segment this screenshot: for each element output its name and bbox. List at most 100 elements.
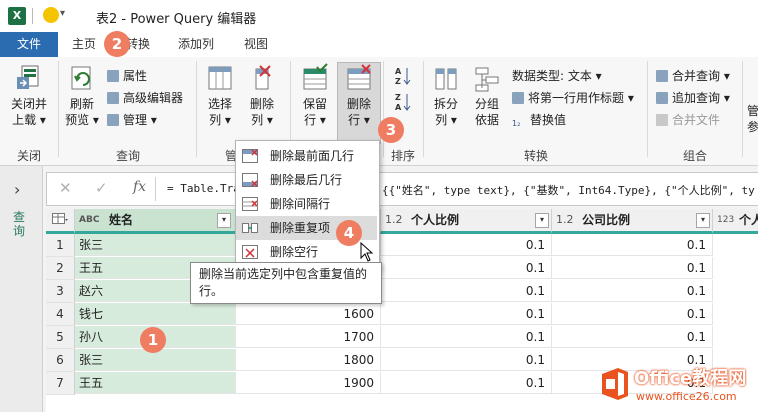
remove-rows-button[interactable]: 删除 行 ▾ bbox=[337, 62, 381, 144]
cell-personal-ratio[interactable]: 0.1 bbox=[381, 326, 552, 348]
partial-group-button[interactable]: 管 参 bbox=[747, 103, 758, 135]
sort-ascending-button[interactable]: AZ bbox=[395, 65, 411, 90]
formula-text-left[interactable]: = Table.Tra bbox=[167, 182, 240, 195]
group-by-line2: 依据 bbox=[474, 113, 499, 127]
decimal-type-icon: 1.2 bbox=[385, 213, 403, 226]
filter-dropdown-icon[interactable]: ▾ bbox=[217, 213, 231, 228]
cell-base[interactable]: 1900 bbox=[236, 372, 381, 394]
group-separator bbox=[742, 61, 743, 157]
replace-values-button[interactable]: 1₂ 替换值 bbox=[512, 111, 566, 131]
close-and-load-button[interactable]: 关闭并 上载 ▾ bbox=[4, 63, 54, 128]
cell-base[interactable]: 1700 bbox=[236, 326, 381, 348]
advanced-editor-button[interactable]: 高级编辑器 bbox=[107, 89, 183, 106]
tab-view[interactable]: 视图 bbox=[236, 32, 276, 57]
row-number[interactable]: 5 bbox=[46, 326, 75, 349]
filter-dropdown-icon[interactable]: ▾ bbox=[696, 213, 710, 228]
row-number[interactable]: 1 bbox=[46, 234, 75, 257]
mouse-cursor-icon bbox=[360, 242, 374, 262]
title-bar: X ▾ 表2 - Power Query 编辑器 bbox=[0, 0, 758, 32]
cell-name[interactable]: 张三 bbox=[75, 234, 236, 256]
cell-personal-ratio[interactable]: 0.1 bbox=[381, 234, 552, 256]
cancel-formula-icon[interactable]: ✕ bbox=[59, 179, 72, 197]
column-header-label: 个人比例 bbox=[411, 213, 460, 227]
formula-text-right[interactable]: {{"姓名", type text}, {"基数", Int64.Type}, … bbox=[382, 182, 755, 198]
cell-company-ratio[interactable]: 0.1 bbox=[552, 303, 713, 325]
refresh-preview-button[interactable]: 刷新 预览 ▾ bbox=[62, 63, 102, 128]
row-number[interactable]: 2 bbox=[46, 257, 75, 280]
callout-badge-1: 1 bbox=[140, 327, 166, 353]
keep-rows-button[interactable]: 保留 行 ▾ bbox=[295, 63, 335, 128]
column-header-company-ratio[interactable]: 1.2 公司比例 ▾ bbox=[552, 209, 713, 234]
cell-name[interactable]: 钱七 bbox=[75, 303, 236, 325]
tooltip: 删除当前选定列中包含重复值的行。 bbox=[190, 262, 382, 304]
column-header-label: 个人 bbox=[739, 213, 758, 227]
remove-columns-button[interactable]: 删除 列 ▾ bbox=[243, 63, 281, 128]
split-column-button[interactable]: 拆分 列 ▾ bbox=[427, 63, 465, 128]
cell-personal-ratio[interactable]: 0.1 bbox=[381, 349, 552, 371]
properties-button[interactable]: 属性 bbox=[107, 67, 147, 84]
row-number[interactable]: 6 bbox=[46, 349, 75, 372]
sort-descending-button[interactable]: ZA bbox=[395, 91, 411, 116]
refresh-icon bbox=[71, 66, 91, 90]
properties-icon bbox=[107, 70, 119, 82]
cell-base[interactable]: 1800 bbox=[236, 349, 381, 371]
tab-home[interactable]: 主页 bbox=[64, 32, 104, 57]
use-first-row-as-headers-button[interactable]: 将第一行用作标题 ▾ bbox=[512, 89, 634, 106]
row-number[interactable]: 3 bbox=[46, 280, 75, 303]
menu-item-remove-top-rows[interactable]: 删除最前面几行 bbox=[236, 144, 377, 168]
quick-access-dropdown-icon[interactable]: ▾ bbox=[60, 8, 65, 19]
column-header-personal[interactable]: 123 个人 bbox=[713, 209, 758, 234]
column-header-name[interactable]: ABC 姓名 ▾ bbox=[75, 209, 236, 234]
partial-line1: 管 bbox=[747, 104, 758, 118]
table-corner-button[interactable] bbox=[46, 209, 75, 234]
group-separator bbox=[196, 61, 197, 157]
menu-item-label: 删除空行 bbox=[270, 245, 319, 259]
manage-button[interactable]: 管理 ▾ bbox=[107, 111, 157, 128]
combine-files-label: 合并文件 bbox=[672, 113, 721, 127]
data-type-label: 数据类型: 文本 ▾ bbox=[512, 69, 602, 83]
tab-file[interactable]: 文件 bbox=[0, 32, 58, 57]
keep-rows-line2: 行 ▾ bbox=[304, 113, 326, 127]
remove-rows-line2: 行 ▾ bbox=[348, 113, 370, 127]
row-number[interactable]: 7 bbox=[46, 372, 75, 395]
cell-company-ratio[interactable]: 0.1 bbox=[552, 280, 713, 302]
cell-company-ratio[interactable]: 0.1 bbox=[552, 326, 713, 348]
first-row-header-label: 将第一行用作标题 ▾ bbox=[528, 91, 634, 105]
expand-pane-chevron-icon[interactable]: › bbox=[14, 180, 20, 199]
remove-top-rows-icon bbox=[242, 149, 258, 163]
menu-item-label: 删除最后几行 bbox=[270, 173, 343, 187]
advanced-editor-icon bbox=[107, 92, 119, 104]
cell-base[interactable]: 1600 bbox=[236, 303, 381, 325]
svg-text:Z: Z bbox=[395, 93, 401, 102]
filter-dropdown-icon[interactable]: ▾ bbox=[535, 213, 549, 228]
choose-columns-button[interactable]: 选择 列 ▾ bbox=[201, 63, 239, 128]
menu-item-label: 删除最前面几行 bbox=[270, 149, 355, 163]
cell-personal-ratio[interactable]: 0.1 bbox=[381, 303, 552, 325]
manage-icon bbox=[107, 114, 119, 126]
formula-separator bbox=[155, 177, 156, 201]
data-type-dropdown[interactable]: 数据类型: 文本 ▾ bbox=[512, 67, 602, 84]
confirm-formula-icon[interactable]: ✓ bbox=[95, 179, 108, 197]
menu-item-remove-alternate-rows[interactable]: 删除间隔行 bbox=[236, 192, 377, 216]
tab-add-column[interactable]: 添加列 bbox=[170, 32, 222, 57]
close-load-line1: 关闭并 bbox=[10, 97, 47, 111]
row-number[interactable]: 4 bbox=[46, 303, 75, 326]
column-header-personal-ratio[interactable]: 1.2 个人比例 ▾ bbox=[381, 209, 552, 234]
cell-company-ratio[interactable]: 0.1 bbox=[552, 257, 713, 279]
decimal-type-icon: 1.2 bbox=[556, 213, 574, 226]
combine-files-button[interactable]: 合并文件 bbox=[656, 111, 720, 128]
group-by-button[interactable]: 分组 依据 bbox=[468, 63, 506, 128]
watermark: Office教程网 www.office26.com bbox=[598, 360, 758, 412]
smiley-icon[interactable] bbox=[43, 7, 59, 23]
remove-blank-rows-icon bbox=[242, 245, 258, 259]
append-queries-button[interactable]: 追加查询 ▾ bbox=[656, 89, 730, 106]
menu-item-remove-bottom-rows[interactable]: 删除最后几行 bbox=[236, 168, 377, 192]
fx-icon[interactable]: fx bbox=[133, 179, 146, 195]
cell-personal-ratio[interactable]: 0.1 bbox=[381, 257, 552, 279]
cell-company-ratio[interactable]: 0.1 bbox=[552, 234, 713, 256]
queries-pane-label[interactable]: 查询 bbox=[13, 210, 27, 238]
cell-personal-ratio[interactable]: 0.1 bbox=[381, 280, 552, 302]
merge-queries-button[interactable]: 合并查询 ▾ bbox=[656, 67, 730, 84]
cell-name[interactable]: 王五 bbox=[75, 372, 236, 394]
cell-personal-ratio[interactable]: 0.1 bbox=[381, 372, 552, 394]
